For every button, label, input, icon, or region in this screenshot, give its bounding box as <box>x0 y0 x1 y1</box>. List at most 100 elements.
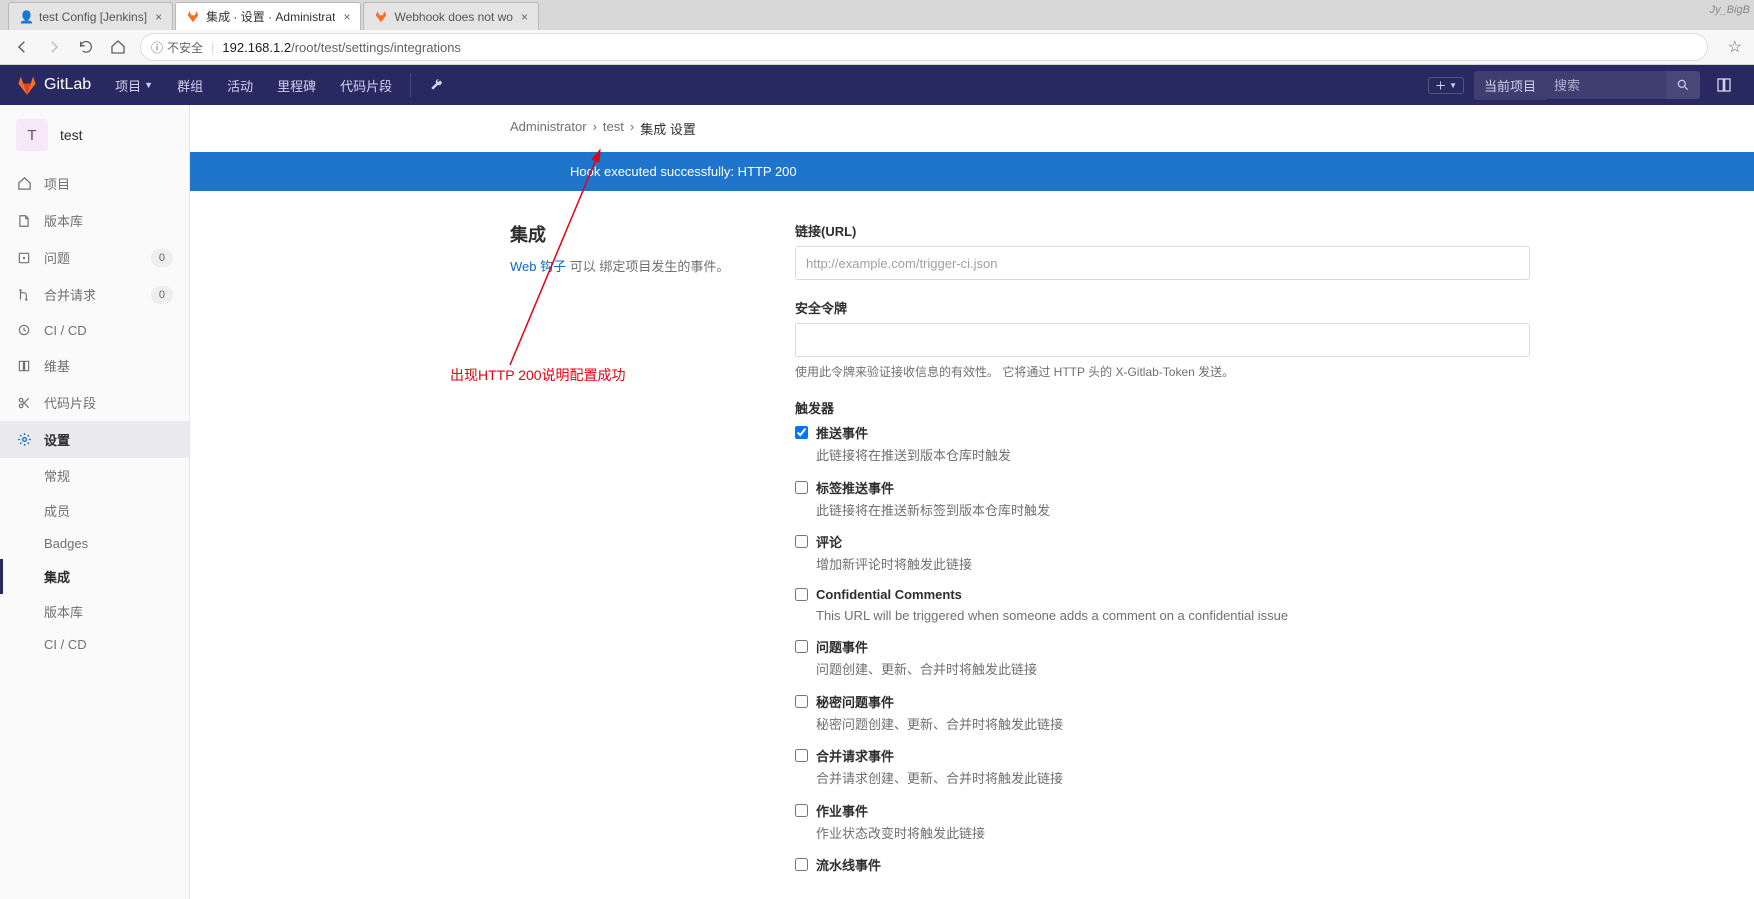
trigger-desc: 此链接将在推送到版本仓库时触发 <box>816 446 1530 466</box>
webhook-link[interactable]: Web 钩子 <box>510 259 566 274</box>
nav-groups[interactable]: 群组 <box>167 65 213 105</box>
breadcrumb: Administrator › test › 集成 设置 <box>510 105 1754 152</box>
nav-links: 项目▼ 群组 活动 里程碑 代码片段 <box>105 65 453 105</box>
panel-title: 集成 <box>510 221 755 247</box>
sidebar-sub-integrations[interactable]: 集成 <box>0 559 189 594</box>
trigger-item: 秘密问题事件秘密问题创建、更新、合并时将触发此链接 <box>795 692 1530 735</box>
project-avatar: T <box>16 119 48 151</box>
sidebar-item-project[interactable]: 项目 <box>0 165 189 202</box>
home-button[interactable] <box>108 37 128 57</box>
url-input[interactable]: ⓘ 不安全 | 192.168.1.2/root/test/settings/i… <box>140 33 1708 61</box>
trigger-checkbox[interactable] <box>795 804 808 817</box>
breadcrumb-project[interactable]: test <box>603 119 624 138</box>
sidebar-item-cicd[interactable]: CI / CD <box>0 313 189 347</box>
nav-projects[interactable]: 项目▼ <box>105 65 163 105</box>
trigger-checkbox[interactable] <box>795 588 808 601</box>
trigger-checkbox[interactable] <box>795 481 808 494</box>
scissors-icon <box>16 395 32 411</box>
browser-tab-webhook[interactable]: Webhook does not wo × <box>363 2 539 30</box>
search-button[interactable] <box>1666 71 1700 99</box>
watermark: Jy_BigB <box>1710 4 1750 16</box>
trigger-checkbox[interactable] <box>795 426 808 439</box>
trigger-desc: This URL will be triggered when someone … <box>816 606 1530 626</box>
sidebar-item-settings[interactable]: 设置 <box>0 421 189 458</box>
close-icon[interactable]: × <box>521 10 528 24</box>
nav-milestones[interactable]: 里程碑 <box>267 65 326 105</box>
back-button[interactable] <box>12 37 32 57</box>
trigger-item: 合并请求事件合并请求创建、更新、合并时将触发此链接 <box>795 746 1530 789</box>
sidebar-project-header[interactable]: T test <box>0 105 189 165</box>
sidebar-item-merge-requests[interactable]: 合并请求 0 <box>0 276 189 313</box>
sidebar-sub-members[interactable]: 成员 <box>0 493 189 528</box>
browser-chrome: Jy_BigB 👤 test Config [Jenkins] × 集成 · 设… <box>0 0 1754 65</box>
sidebar-sub-badges[interactable]: Badges <box>0 528 189 559</box>
tab-strip: 👤 test Config [Jenkins] × 集成 · 设置 · Admi… <box>0 0 1754 30</box>
insecure-badge: ⓘ 不安全 <box>151 39 203 56</box>
sidebar-item-wiki[interactable]: 维基 <box>0 347 189 384</box>
webhook-form: 链接(URL) 安全令牌 使用此令牌来验证接收信息的有效性。 它将通过 HTTP… <box>795 221 1530 892</box>
trigger-name: 作业事件 <box>816 801 868 820</box>
book-icon <box>16 358 32 374</box>
rocket-icon <box>16 322 32 338</box>
browser-tab-jenkins[interactable]: 👤 test Config [Jenkins] × <box>8 2 173 30</box>
panel-description: 集成 Web 钩子 可以 绑定项目发生的事件。 <box>510 221 755 892</box>
close-icon[interactable]: × <box>343 10 350 24</box>
main-content: Administrator › test › 集成 设置 Hook execut… <box>190 105 1754 899</box>
issue-icon <box>16 250 32 266</box>
sidebar-item-snippets[interactable]: 代码片段 <box>0 384 189 421</box>
trigger-name: 标签推送事件 <box>816 478 894 497</box>
nav-activity[interactable]: 活动 <box>217 65 263 105</box>
url-text: 192.168.1.2/root/test/settings/integrati… <box>222 40 1696 55</box>
breadcrumb-current: 集成 设置 <box>640 119 696 138</box>
trigger-checkbox[interactable] <box>795 640 808 653</box>
trigger-checkbox[interactable] <box>795 858 808 871</box>
bookmark-star-icon[interactable]: ☆ <box>1728 37 1742 57</box>
trigger-item: 评论增加新评论时将触发此链接 <box>795 532 1530 575</box>
trigger-item: 标签推送事件此链接将在推送新标签到版本仓库时触发 <box>795 478 1530 521</box>
token-label: 安全令牌 <box>795 298 1530 317</box>
sidebar-sub-repository[interactable]: 版本库 <box>0 594 189 629</box>
overflow-icon[interactable] <box>1710 71 1738 99</box>
nav-admin-wrench-icon[interactable] <box>419 65 453 105</box>
mr-count: 0 <box>151 286 173 304</box>
nav-right: ▼ 当前项目 <box>1428 71 1738 100</box>
home-icon <box>16 176 32 192</box>
trigger-item: 作业事件作业状态改变时将触发此链接 <box>795 801 1530 844</box>
token-help: 使用此令牌来验证接收信息的有效性。 它将通过 HTTP 头的 X-Gitlab-… <box>795 363 1530 380</box>
trigger-checkbox[interactable] <box>795 535 808 548</box>
trigger-item: 推送事件此链接将在推送到版本仓库时触发 <box>795 423 1530 466</box>
jenkins-icon: 👤 <box>19 10 33 24</box>
token-input[interactable] <box>795 323 1530 357</box>
trigger-name: 流水线事件 <box>816 855 881 874</box>
project-name: test <box>60 127 83 143</box>
current-project-label: 当前项目 <box>1474 71 1546 100</box>
issues-count: 0 <box>151 249 173 267</box>
trigger-name: 秘密问题事件 <box>816 692 894 711</box>
url-input[interactable] <box>795 246 1530 280</box>
navbar-search-input[interactable] <box>1546 71 1666 99</box>
trigger-name: 问题事件 <box>816 637 868 656</box>
trigger-desc: 秘密问题创建、更新、合并时将触发此链接 <box>816 715 1530 735</box>
trigger-name: Confidential Comments <box>816 587 962 602</box>
trigger-checkbox[interactable] <box>795 695 808 708</box>
reload-button[interactable] <box>76 37 96 57</box>
gitlab-icon <box>374 10 388 24</box>
breadcrumb-root[interactable]: Administrator <box>510 119 587 138</box>
nav-snippets[interactable]: 代码片段 <box>330 65 402 105</box>
close-icon[interactable]: × <box>155 10 162 24</box>
sidebar-sub-general[interactable]: 常规 <box>0 458 189 493</box>
gitlab-navbar: GitLab 项目▼ 群组 活动 里程碑 代码片段 ▼ 当前项目 <box>0 65 1754 105</box>
sidebar-item-issues[interactable]: 问题 0 <box>0 239 189 276</box>
trigger-item: 问题事件问题创建、更新、合并时将触发此链接 <box>795 637 1530 680</box>
url-label: 链接(URL) <box>795 221 1530 240</box>
gitlab-logo[interactable]: GitLab <box>16 74 91 96</box>
trigger-desc: 问题创建、更新、合并时将触发此链接 <box>816 660 1530 680</box>
trigger-name: 合并请求事件 <box>816 746 894 765</box>
file-icon <box>16 213 32 229</box>
new-item-button[interactable]: ▼ <box>1428 77 1464 94</box>
sidebar-item-repository[interactable]: 版本库 <box>0 202 189 239</box>
sidebar-sub-cicd[interactable]: CI / CD <box>0 629 189 660</box>
trigger-name: 评论 <box>816 532 842 551</box>
browser-tab-gitlab[interactable]: 集成 · 设置 · Administrat × <box>175 2 361 30</box>
trigger-checkbox[interactable] <box>795 749 808 762</box>
